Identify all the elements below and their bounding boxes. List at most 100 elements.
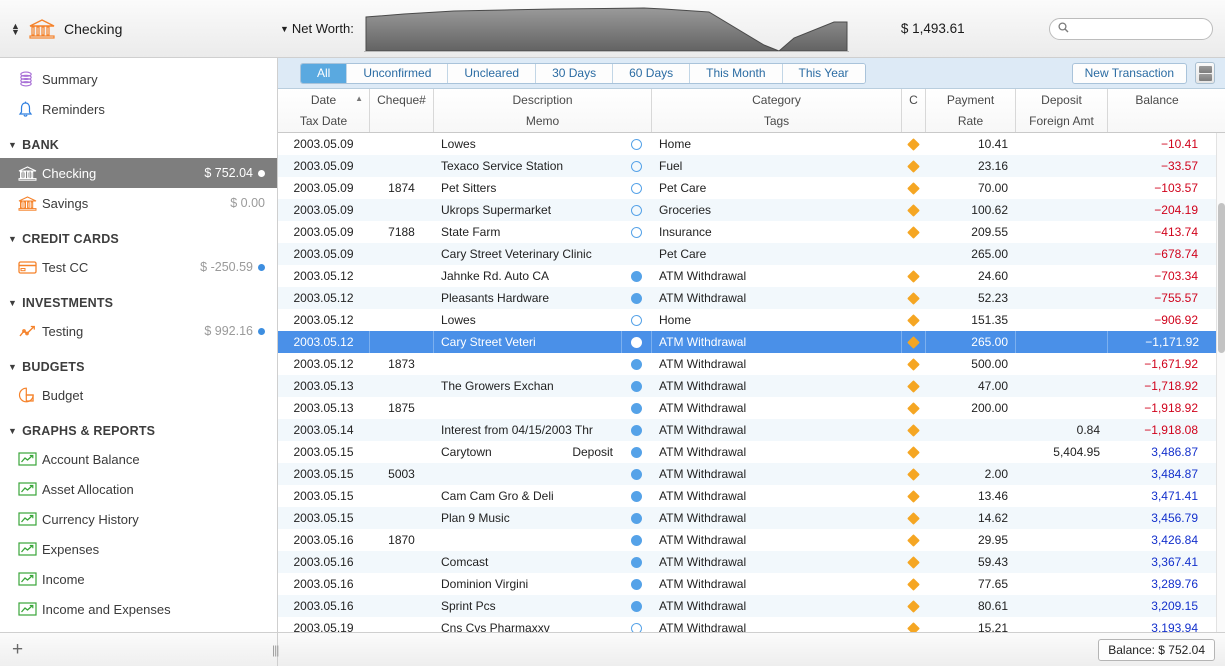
cell-status[interactable] <box>622 353 652 375</box>
sidebar-item-income-and-expenses[interactable]: Income and Expenses <box>0 594 277 624</box>
triangle-down-icon[interactable]: ▼ <box>280 24 289 34</box>
table-row[interactable]: 2003.05.13The Growers ExchanATM Withdraw… <box>278 375 1225 397</box>
cell-status[interactable] <box>622 243 652 265</box>
table-row[interactable]: 2003.05.15CarytownDepositATM Withdrawal5… <box>278 441 1225 463</box>
account-switcher[interactable]: ▲▼ Checking <box>0 19 280 39</box>
new-transaction-button[interactable]: New Transaction <box>1072 63 1187 84</box>
column-header-0[interactable]: DateTax Date▲ <box>278 89 370 132</box>
table-row[interactable]: 2003.05.121873ATM Withdrawal500.00−1,671… <box>278 353 1225 375</box>
table-row[interactable]: 2003.05.16Sprint PcsATM Withdrawal80.613… <box>278 595 1225 617</box>
cell-status[interactable] <box>622 419 652 441</box>
cell-status[interactable] <box>622 485 652 507</box>
cell-status[interactable] <box>622 617 652 632</box>
status-confirmed-icon[interactable] <box>631 447 642 458</box>
table-row[interactable]: 2003.05.09LowesHome10.41−10.41 <box>278 133 1225 155</box>
cell-status[interactable] <box>622 551 652 573</box>
status-confirmed-icon[interactable] <box>631 491 642 502</box>
sidebar-item-budget[interactable]: Budget <box>0 380 277 410</box>
triangle-down-icon[interactable]: ▼ <box>8 298 17 308</box>
sort-ascending-icon[interactable]: ▲ <box>355 94 363 103</box>
sidebar-item-summary[interactable]: Summary <box>0 64 277 94</box>
table-row[interactable]: 2003.05.161870ATM Withdrawal29.953,426.8… <box>278 529 1225 551</box>
cell-status[interactable] <box>622 287 652 309</box>
status-confirmed-icon[interactable] <box>631 337 642 348</box>
triangle-down-icon[interactable]: ▼ <box>8 426 17 436</box>
sidebar-item-savings[interactable]: Savings$ 0.00 <box>0 188 277 218</box>
sidebar-item-testing[interactable]: Testing$ 992.16 <box>0 316 277 346</box>
cell-status[interactable] <box>622 595 652 617</box>
sidebar-item-asset-allocation[interactable]: Asset Allocation <box>0 474 277 504</box>
filter-tab-this-year[interactable]: This Year <box>783 64 865 83</box>
table-row[interactable]: 2003.05.09Cary Street Veterinary ClinicP… <box>278 243 1225 265</box>
sidebar-group-graphs-reports[interactable]: ▼GRAPHS & REPORTS <box>0 418 277 444</box>
triangle-down-icon[interactable]: ▼ <box>8 234 17 244</box>
table-row[interactable]: 2003.05.14Interest from 04/15/2003 ThrAT… <box>278 419 1225 441</box>
cell-status[interactable] <box>622 309 652 331</box>
cell-status[interactable] <box>622 529 652 551</box>
column-header-5[interactable]: PaymentRate <box>926 89 1016 132</box>
search-box[interactable] <box>1049 18 1213 40</box>
networth-label-group[interactable]: ▼ Net Worth: <box>280 21 354 36</box>
cell-status[interactable] <box>622 133 652 155</box>
cell-status[interactable] <box>622 331 652 353</box>
column-header-3[interactable]: CategoryTags <box>652 89 902 132</box>
sidebar-item-net-worth[interactable]: Net Worth <box>0 624 277 632</box>
sidebar-item-checking[interactable]: Checking$ 752.04 <box>0 158 277 188</box>
cell-status[interactable] <box>622 199 652 221</box>
table-row[interactable]: 2003.05.16Dominion VirginiATM Withdrawal… <box>278 573 1225 595</box>
table-row[interactable]: 2003.05.09Ukrops SupermarketGroceries100… <box>278 199 1225 221</box>
table-row[interactable]: 2003.05.12Cary Street VeteriATM Withdraw… <box>278 331 1225 353</box>
table-row[interactable]: 2003.05.19Cns Cvs PharmaxxvATM Withdrawa… <box>278 617 1225 632</box>
table-row[interactable]: 2003.05.12Jahnke Rd. Auto CAATM Withdraw… <box>278 265 1225 287</box>
status-unconfirmed-icon[interactable] <box>631 315 642 326</box>
table-row[interactable]: 2003.05.155003ATM Withdrawal2.003,484.87 <box>278 463 1225 485</box>
sidebar-group-credit-cards[interactable]: ▼CREDIT CARDS <box>0 226 277 252</box>
table-row[interactable]: 2003.05.15Plan 9 MusicATM Withdrawal14.6… <box>278 507 1225 529</box>
filter-tab-unconfirmed[interactable]: Unconfirmed <box>347 64 448 83</box>
sidebar-item-reminders[interactable]: Reminders <box>0 94 277 124</box>
add-account-button[interactable]: + <box>0 640 23 659</box>
sidebar-item-account-balance[interactable]: Account Balance <box>0 444 277 474</box>
column-header-7[interactable]: Balance <box>1108 89 1206 132</box>
updown-stepper-icon[interactable]: ▲▼ <box>10 23 21 35</box>
status-unconfirmed-icon[interactable] <box>631 623 642 633</box>
triangle-down-icon[interactable]: ▼ <box>8 362 17 372</box>
split-view-icon[interactable] <box>1195 62 1215 84</box>
status-confirmed-icon[interactable] <box>631 513 642 524</box>
status-unconfirmed-icon[interactable] <box>631 183 642 194</box>
sidebar-group-budgets[interactable]: ▼BUDGETS <box>0 354 277 380</box>
filter-tab-30-days[interactable]: 30 Days <box>536 64 613 83</box>
sidebar-group-investments[interactable]: ▼INVESTMENTS <box>0 290 277 316</box>
status-confirmed-icon[interactable] <box>631 381 642 392</box>
table-row[interactable]: 2003.05.09Texaco Service StationFuel23.1… <box>278 155 1225 177</box>
table-row[interactable]: 2003.05.12Pleasants HardwareATM Withdraw… <box>278 287 1225 309</box>
sidebar-item-expenses[interactable]: Expenses <box>0 534 277 564</box>
sidebar-group-bank[interactable]: ▼BANK <box>0 132 277 158</box>
filter-tab-this-month[interactable]: This Month <box>690 64 782 83</box>
status-unconfirmed-icon[interactable] <box>631 139 642 150</box>
status-confirmed-icon[interactable] <box>631 601 642 612</box>
table-row[interactable]: 2003.05.091874Pet SittersPet Care70.00−1… <box>278 177 1225 199</box>
status-confirmed-icon[interactable] <box>631 535 642 546</box>
status-confirmed-icon[interactable] <box>631 425 642 436</box>
vertical-scrollbar[interactable] <box>1216 133 1225 632</box>
table-row[interactable]: 2003.05.15Cam Cam Gro & DeliATM Withdraw… <box>278 485 1225 507</box>
column-header-4[interactable]: C <box>902 89 926 132</box>
table-row[interactable]: 2003.05.12LowesHome151.35−906.92 <box>278 309 1225 331</box>
cell-status[interactable] <box>622 507 652 529</box>
filter-tab-60-days[interactable]: 60 Days <box>613 64 690 83</box>
status-unconfirmed-icon[interactable] <box>631 205 642 216</box>
status-confirmed-icon[interactable] <box>631 271 642 282</box>
cell-status[interactable] <box>622 177 652 199</box>
cell-status[interactable] <box>622 463 652 485</box>
sidebar-item-income[interactable]: Income <box>0 564 277 594</box>
status-confirmed-icon[interactable] <box>631 469 642 480</box>
cell-status[interactable] <box>622 265 652 287</box>
status-unconfirmed-icon[interactable] <box>631 161 642 172</box>
drag-grip-icon[interactable]: ||| <box>272 643 278 657</box>
status-confirmed-icon[interactable] <box>631 403 642 414</box>
column-header-1[interactable]: Cheque# <box>370 89 434 132</box>
filter-tab-uncleared[interactable]: Uncleared <box>448 64 536 83</box>
table-row[interactable]: 2003.05.097188State FarmInsurance209.55−… <box>278 221 1225 243</box>
cell-status[interactable] <box>622 155 652 177</box>
